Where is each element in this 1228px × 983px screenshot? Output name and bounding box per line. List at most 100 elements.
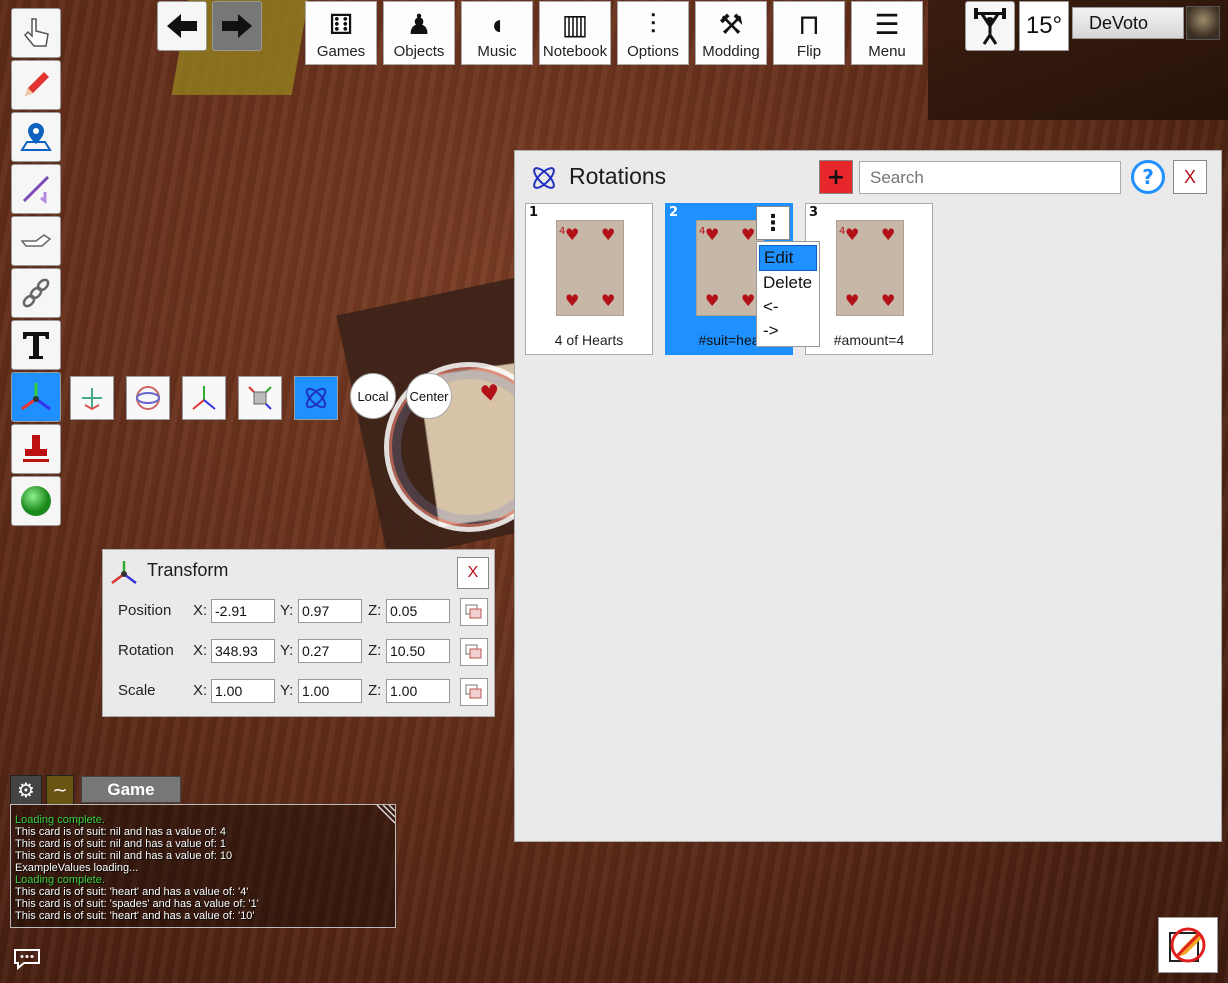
gizmo-rotate-button[interactable] [126, 376, 170, 420]
close-button[interactable]: X [1173, 160, 1207, 194]
player-status-button[interactable] [965, 1, 1015, 51]
search-input[interactable] [859, 161, 1121, 194]
zone-tool-button[interactable] [11, 112, 61, 162]
pawn-icon: ♟ [406, 9, 432, 40]
axis-label: Z: [368, 642, 382, 659]
log-line: Loading complete. [15, 814, 105, 826]
axis-label: X: [193, 602, 208, 619]
joint-tool-button[interactable] [11, 268, 61, 318]
log-line: This card is of suit: 'heart' and has a … [15, 886, 249, 898]
menu-item-delete[interactable]: Delete [759, 271, 817, 295]
center-toggle[interactable]: Center [406, 373, 452, 419]
stamp-icon [23, 435, 49, 462]
no-draw-button[interactable] [1158, 917, 1218, 973]
axis-label: Y: [280, 602, 294, 619]
orbit-icon [533, 167, 555, 189]
rotation-tile[interactable]: 1 4 ♥ ♥ ♥ ♥ 4 of Hearts [525, 203, 653, 355]
tile-index: 3 [809, 205, 819, 220]
copy-scale-button[interactable] [460, 678, 488, 706]
tab-game[interactable]: Game [81, 776, 181, 803]
objects-button[interactable]: ♟ Objects [383, 1, 455, 65]
gizmo-scale-button[interactable] [238, 376, 282, 420]
rotation-tile[interactable]: 3 4 ♥ ♥ ♥ ♥ #amount=4 [805, 203, 933, 355]
menu-item-move-left[interactable]: <- [759, 295, 817, 319]
axis-label: X: [193, 682, 208, 699]
local-toggle[interactable]: Local [350, 373, 396, 419]
line-tool-button[interactable] [11, 164, 61, 214]
rotate-rings-icon [136, 386, 160, 410]
scale-y-field[interactable]: 1.00 [298, 679, 362, 703]
options-button[interactable]: ⫶ Options [617, 1, 689, 65]
log-line: ExampleValues loading... [15, 862, 139, 874]
log-line: This card is of suit: nil and has a valu… [15, 826, 226, 838]
axis-label: Z: [368, 602, 382, 619]
stamp-tool-button[interactable] [11, 424, 61, 474]
help-button[interactable]: ? [1131, 160, 1165, 194]
avatar[interactable] [1186, 6, 1220, 40]
scale-z-field[interactable]: 1.00 [386, 679, 450, 703]
rotation-y-field[interactable]: 0.27 [298, 639, 362, 663]
copy-rotation-button[interactable] [460, 638, 488, 666]
rotation-x-field[interactable]: 348.93 [211, 639, 275, 663]
back-button[interactable] [157, 1, 207, 51]
dice-icon: ⚅ [328, 9, 354, 40]
axes-icon [192, 386, 216, 410]
rotation-z-field[interactable]: 10.50 [386, 639, 450, 663]
position-z-field[interactable]: 0.05 [386, 599, 450, 623]
menu-button[interactable]: ☰ Menu [851, 1, 923, 65]
log-line: This card is of suit: nil and has a valu… [15, 850, 233, 862]
menu-item-move-right[interactable]: -> [759, 319, 817, 343]
transform-panel: Transform X Position X: -2.91 Y: 0.97 Z:… [102, 549, 495, 717]
line-tool-icon [22, 175, 50, 204]
player-name[interactable]: DeVoto [1072, 7, 1184, 39]
log-line: This card is of suit: nil and has a valu… [15, 838, 226, 850]
hand-pointer-icon [23, 18, 49, 47]
add-rotation-button[interactable]: + [819, 160, 853, 194]
gizmo-move-button[interactable] [70, 376, 114, 420]
flip-table-icon: ⊓ [798, 9, 820, 40]
forward-button[interactable] [212, 1, 262, 51]
notebook-icon: ▥ [561, 9, 589, 40]
tile-label: #amount=4 [833, 332, 905, 348]
no-pencil-icon [1169, 927, 1206, 963]
position-y-field[interactable]: 0.97 [298, 599, 362, 623]
card-thumbnail: 4 ♥ ♥ ♥ ♥ [556, 220, 624, 316]
gizmo-tool-button[interactable] [11, 372, 61, 422]
draw-tool-button[interactable] [11, 60, 61, 110]
speaker-icon: ◖ [488, 9, 506, 40]
resize-handle-icon[interactable] [375, 805, 395, 825]
log-line: Loading complete. [15, 874, 105, 886]
color-tool-button[interactable] [11, 476, 61, 526]
gizmo-rotations-button[interactable] [294, 376, 338, 420]
copy-position-button[interactable] [460, 598, 488, 626]
gizmo-axes-button[interactable] [182, 376, 226, 420]
copy-icon [465, 684, 482, 699]
chat-bubble-icon[interactable] [12, 946, 42, 972]
chat-settings-button[interactable]: ⚙ [10, 775, 42, 805]
music-button[interactable]: ◖ Music [461, 1, 533, 65]
map-pin-icon [20, 123, 52, 151]
flip-button[interactable]: ⊓ Flip [773, 1, 845, 65]
row-label: Scale [118, 682, 156, 699]
menu-item-edit[interactable]: Edit [759, 245, 817, 271]
modding-button[interactable]: ⚒ Modding [695, 1, 767, 65]
text-icon [23, 332, 49, 359]
games-button[interactable]: ⚅ Games [305, 1, 377, 65]
flick-tool-button[interactable] [11, 216, 61, 266]
close-button[interactable]: X [457, 557, 489, 589]
arrow-left-icon [167, 14, 197, 38]
text-tool-button[interactable] [11, 320, 61, 370]
tile-index: 2 [669, 205, 679, 220]
tools-icon: ⚒ [718, 9, 744, 40]
pointer-tool-button[interactable] [11, 8, 61, 58]
console-toggle-button[interactable]: ~ [46, 775, 74, 805]
notebook-button[interactable]: ▥ Notebook [539, 1, 611, 65]
position-x-field[interactable]: -2.91 [211, 599, 275, 623]
scale-x-field[interactable]: 1.00 [211, 679, 275, 703]
arrow-right-icon [222, 14, 252, 38]
chat-log[interactable]: Loading complete. This card is of suit: … [10, 804, 396, 928]
row-label: Rotation [118, 642, 174, 659]
scale-cube-icon [248, 386, 272, 410]
tile-options-button[interactable]: ⋮ [756, 206, 790, 240]
rotation-step-indicator[interactable]: 15° [1019, 1, 1069, 51]
